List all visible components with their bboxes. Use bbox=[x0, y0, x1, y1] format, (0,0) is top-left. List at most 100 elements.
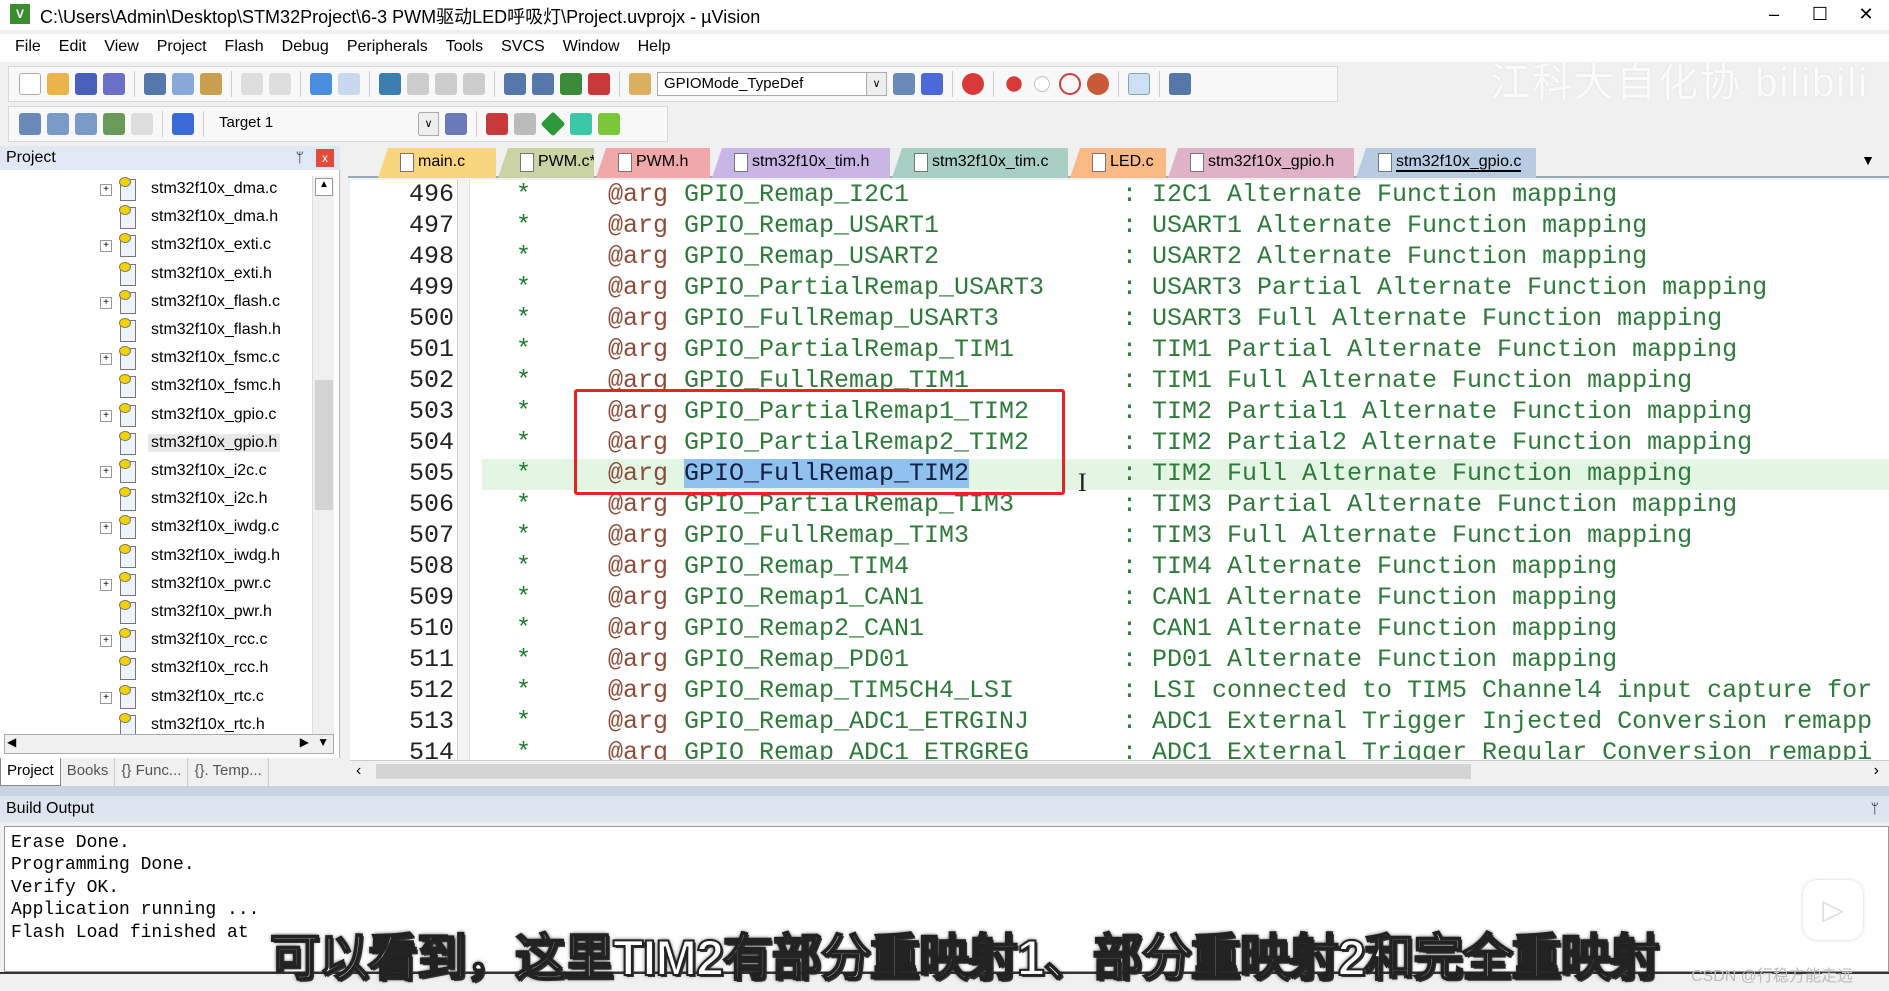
menu-help[interactable]: Help bbox=[629, 34, 680, 62]
maximize-button[interactable]: ☐ bbox=[1797, 0, 1843, 30]
tab-stm32f10x-gpio-c[interactable]: stm32f10x_gpio.c bbox=[1356, 148, 1536, 178]
find-in-files-icon[interactable] bbox=[629, 73, 651, 95]
expand-icon[interactable]: + bbox=[100, 466, 112, 478]
build-icon[interactable] bbox=[47, 113, 69, 135]
menu-debug[interactable]: Debug bbox=[273, 34, 338, 62]
menu-view[interactable]: View bbox=[95, 34, 147, 62]
navigate-back-icon[interactable] bbox=[310, 73, 332, 95]
run-time-environment-icon[interactable] bbox=[598, 113, 620, 135]
file-extensions-icon[interactable] bbox=[486, 113, 508, 135]
debug-session-icon[interactable] bbox=[962, 73, 984, 95]
menu-edit[interactable]: Edit bbox=[50, 34, 96, 62]
save-icon[interactable] bbox=[75, 73, 97, 95]
menu-tools[interactable]: Tools bbox=[437, 34, 492, 62]
scroll-left-arrow-icon[interactable]: ◀ bbox=[7, 735, 16, 749]
select-packs-icon[interactable] bbox=[540, 111, 566, 137]
disable-all-breakpoints-icon[interactable] bbox=[1059, 73, 1081, 95]
manage-components-icon[interactable] bbox=[514, 113, 536, 135]
find-icon[interactable] bbox=[893, 73, 915, 95]
next-bookmark-icon[interactable] bbox=[435, 73, 457, 95]
scroll-up-arrow-icon[interactable]: ▲ bbox=[315, 178, 333, 196]
tab-led-c[interactable]: LED.c bbox=[1070, 148, 1166, 178]
target-dropdown[interactable]: ∨ bbox=[418, 112, 439, 136]
minimize-button[interactable]: – bbox=[1751, 0, 1797, 30]
close-panel-icon[interactable]: x bbox=[316, 149, 334, 167]
tree-horizontal-scrollbar[interactable]: ◀ ▶ ▼ bbox=[4, 734, 334, 754]
undo-icon[interactable] bbox=[241, 73, 263, 95]
scroll-down-arrow-icon[interactable]: ▼ bbox=[317, 735, 329, 749]
paste-icon[interactable] bbox=[200, 73, 222, 95]
scroll-right-arrow-icon[interactable]: ▶ bbox=[300, 735, 309, 749]
menu-svcs[interactable]: SVCS bbox=[492, 34, 554, 62]
close-button[interactable]: ✕ bbox=[1843, 0, 1889, 30]
menu-window[interactable]: Window bbox=[554, 34, 629, 62]
tab-stm32f10x-tim-h[interactable]: stm32f10x_tim.h bbox=[712, 148, 890, 178]
tab-pwm-h[interactable]: PWM.h bbox=[596, 148, 710, 178]
chevron-down-icon[interactable]: ∨ bbox=[418, 113, 438, 135]
tab-project[interactable]: Project bbox=[0, 758, 61, 786]
pin-icon[interactable]: ᛘ bbox=[296, 149, 304, 165]
pack-installer-icon[interactable] bbox=[570, 113, 592, 135]
new-file-icon[interactable] bbox=[19, 73, 41, 95]
comment-icon[interactable] bbox=[560, 73, 582, 95]
options-for-target-icon[interactable] bbox=[445, 113, 467, 135]
scroll-thumb[interactable] bbox=[376, 764, 1471, 779]
prev-bookmark-icon[interactable] bbox=[407, 73, 429, 95]
tree-vertical-scrollbar[interactable]: ▲ bbox=[312, 176, 334, 746]
menu-peripherals[interactable]: Peripherals bbox=[338, 34, 437, 62]
expand-icon[interactable]: + bbox=[100, 240, 112, 253]
expand-icon[interactable]: + bbox=[100, 184, 112, 196]
menu-project[interactable]: Project bbox=[148, 34, 216, 62]
expand-icon[interactable]: + bbox=[100, 691, 112, 704]
scroll-thumb[interactable] bbox=[315, 380, 333, 510]
window-layout-icon[interactable] bbox=[1128, 73, 1150, 95]
chevron-down-icon[interactable]: ∨ bbox=[866, 73, 886, 95]
save-all-icon[interactable] bbox=[103, 73, 125, 95]
tab-functions[interactable]: {} Func... bbox=[115, 758, 189, 786]
translate-icon[interactable] bbox=[19, 113, 41, 135]
editor-horizontal-scrollbar[interactable]: ‹ › bbox=[350, 760, 1889, 782]
download-load-icon[interactable] bbox=[172, 113, 194, 135]
target-combo[interactable]: Target 1 bbox=[213, 112, 413, 136]
disable-breakpoint-icon[interactable] bbox=[1034, 76, 1050, 92]
find-combo[interactable]: GPIOMode_TypeDef ∨ bbox=[657, 72, 887, 96]
navigate-forward-icon[interactable] bbox=[338, 73, 360, 95]
tab-stm32f10x-gpio-h[interactable]: stm32f10x_gpio.h bbox=[1168, 148, 1354, 178]
tab-main-c[interactable]: main.c bbox=[378, 148, 496, 178]
unindent-icon[interactable] bbox=[532, 73, 554, 95]
menu-flash[interactable]: Flash bbox=[216, 34, 273, 62]
tab-pwm-c-[interactable]: PWM.c* bbox=[498, 148, 594, 178]
open-file-icon[interactable] bbox=[47, 73, 69, 95]
tab-books[interactable]: Books bbox=[61, 758, 116, 786]
menu-file[interactable]: File bbox=[6, 34, 50, 62]
expand-icon[interactable]: + bbox=[100, 409, 112, 422]
clear-bookmarks-icon[interactable] bbox=[463, 73, 485, 95]
scroll-left-arrow-icon[interactable]: ‹ bbox=[356, 762, 361, 780]
doc-keyword: @arg bbox=[608, 738, 669, 760]
expand-icon[interactable]: + bbox=[100, 353, 112, 366]
batch-build-icon[interactable] bbox=[103, 113, 125, 135]
redo-icon[interactable] bbox=[269, 73, 291, 95]
configure-wrench-icon[interactable] bbox=[1169, 73, 1191, 95]
expand-icon[interactable]: + bbox=[100, 522, 112, 535]
play-icon[interactable]: ▷ bbox=[1803, 880, 1863, 940]
tab-templates[interactable]: {}. Temp... bbox=[188, 758, 269, 786]
stop-build-icon[interactable] bbox=[131, 113, 153, 135]
uncomment-icon[interactable] bbox=[588, 73, 610, 95]
scroll-right-arrow-icon[interactable]: › bbox=[1874, 762, 1879, 780]
bookmark-icon[interactable] bbox=[379, 73, 401, 95]
pin-icon[interactable]: ᛘ bbox=[1871, 800, 1879, 816]
expand-icon[interactable]: + bbox=[100, 296, 112, 309]
incremental-find-icon[interactable] bbox=[921, 73, 943, 95]
expand-icon[interactable]: + bbox=[100, 635, 112, 648]
tab-list-dropdown-icon[interactable]: ▼ bbox=[1861, 152, 1875, 168]
breakpoint-icon[interactable] bbox=[1006, 76, 1022, 92]
kill-all-breakpoints-icon[interactable] bbox=[1087, 73, 1109, 95]
indent-icon[interactable] bbox=[504, 73, 526, 95]
copy-icon[interactable] bbox=[172, 73, 194, 95]
rebuild-icon[interactable] bbox=[75, 113, 97, 135]
tab-stm32f10x-tim-c[interactable]: stm32f10x_tim.c bbox=[892, 148, 1068, 178]
cut-icon[interactable] bbox=[144, 73, 166, 95]
panel-splitter[interactable] bbox=[0, 786, 1889, 796]
expand-icon[interactable]: + bbox=[100, 578, 112, 591]
